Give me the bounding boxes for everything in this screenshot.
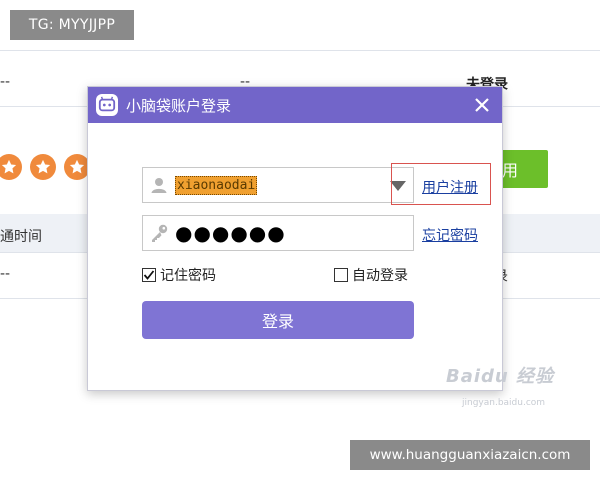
forgot-password-link[interactable]: 忘记密码 <box>422 225 478 245</box>
tg-watermark: TG: MYYJJPP <box>10 10 134 40</box>
username-value: xiaonaodai <box>175 175 258 195</box>
bg-action-button-label: 用 <box>502 161 519 180</box>
bg-row4-col1: -- <box>0 266 11 282</box>
rating-star-icon <box>30 154 56 180</box>
bg-header-time: 通时间 <box>0 229 42 245</box>
auto-login-label: 自动登录 <box>352 268 408 284</box>
username-field[interactable]: xiaonaodai <box>142 167 414 203</box>
dialog-header: 小脑袋账户登录 <box>88 87 502 123</box>
rating-star-icon <box>0 154 22 180</box>
baidu-watermark: Baidu 经验 <box>446 366 555 387</box>
login-dialog: 小脑袋账户登录 xiaonaodai 用户注册 ●●●●●● 忘记密码 记住密码… <box>87 86 503 391</box>
login-button[interactable]: 登录 <box>142 301 414 339</box>
bg-row1-col1: -- <box>0 74 11 90</box>
remember-password-label: 记住密码 <box>160 268 216 284</box>
auto-login-checkbox[interactable]: 自动登录 <box>334 265 408 285</box>
dialog-title: 小脑袋账户登录 <box>126 96 232 115</box>
key-icon <box>143 223 175 243</box>
url-watermark: www.huangguanxiazaicn.com <box>350 440 590 470</box>
register-link[interactable]: 用户注册 <box>422 177 478 197</box>
bg-divider <box>0 50 600 51</box>
checkbox-unchecked-icon[interactable] <box>334 268 348 282</box>
close-icon[interactable] <box>472 94 492 116</box>
password-mask: ●●●●●● <box>175 221 286 245</box>
password-field[interactable]: ●●●●●● <box>142 215 414 251</box>
remember-password-checkbox[interactable]: 记住密码 <box>142 265 216 285</box>
baidu-watermark-url: jingyan.baidu.com <box>462 398 546 408</box>
checkbox-checked-icon[interactable] <box>142 268 156 282</box>
app-logo-icon <box>96 94 118 116</box>
user-icon <box>143 176 175 194</box>
